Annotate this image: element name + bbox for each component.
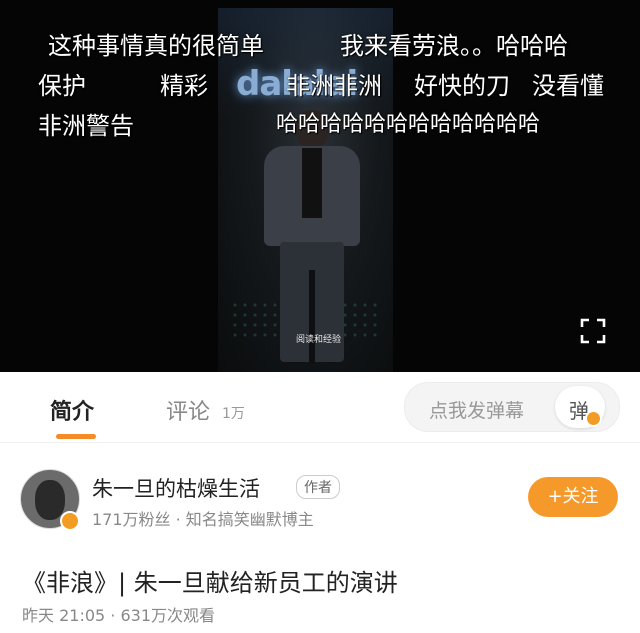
active-tab-indicator: [56, 434, 96, 439]
danmaku-comment: 哈哈哈哈哈哈哈哈哈哈哈哈: [276, 112, 541, 137]
stage-caption: 阅读和经验: [296, 335, 342, 345]
author-row: 朱一旦的枯燥生活 作者 171万粉丝 · 知名搞笑幽默博主 +关注: [0, 443, 640, 543]
follow-button[interactable]: +关注: [528, 477, 618, 517]
danmaku-comment: 好快的刀: [414, 72, 510, 100]
avatar-figure: [35, 480, 65, 520]
author-tag: 作者: [296, 475, 340, 499]
tab-intro[interactable]: 简介: [50, 394, 94, 426]
danmaku-comment: 非洲非洲: [286, 72, 382, 100]
danmaku-comment: 保护: [38, 72, 86, 100]
content-tabs: 简介 评论 1万 点我发弹幕 弹: [0, 372, 640, 443]
speaker-shirt: [302, 148, 322, 218]
speaker-leg-gap: [309, 270, 315, 364]
fullscreen-icon[interactable]: [580, 318, 606, 344]
author-meta: 171万粉丝 · 知名搞笑幽默博主: [92, 510, 314, 529]
danmaku-toggle-button[interactable]: 弹: [555, 386, 605, 428]
video-player[interactable]: dalalai 阅读和经验 这种事情真的很简单 我来看劳浪。。哈哈哈 保护 精彩…: [0, 0, 640, 372]
tab-comments[interactable]: 评论: [166, 394, 210, 426]
danmaku-settings-icon: [585, 410, 602, 427]
danmaku-comment: 我来看劳浪。。哈哈哈: [340, 32, 568, 60]
danmaku-comment: 没看懂: [532, 72, 604, 100]
danmaku-input-placeholder: 点我发弹幕: [429, 400, 525, 422]
danmaku-comment: 非洲警告: [38, 112, 134, 140]
danmaku-comment: 精彩: [160, 72, 208, 100]
author-name[interactable]: 朱一旦的枯燥生活: [92, 473, 260, 503]
danmaku-input[interactable]: 点我发弹幕 弹: [404, 382, 620, 432]
verified-badge-icon: [60, 511, 80, 531]
video-title: 《非浪》| 朱一旦献给新员工的演讲: [22, 569, 398, 597]
danmaku-comment: 这种事情真的很简单: [48, 32, 264, 60]
video-meta: 昨天 21:05 · 631万次观看: [22, 606, 215, 625]
comments-count: 1万: [222, 406, 245, 422]
